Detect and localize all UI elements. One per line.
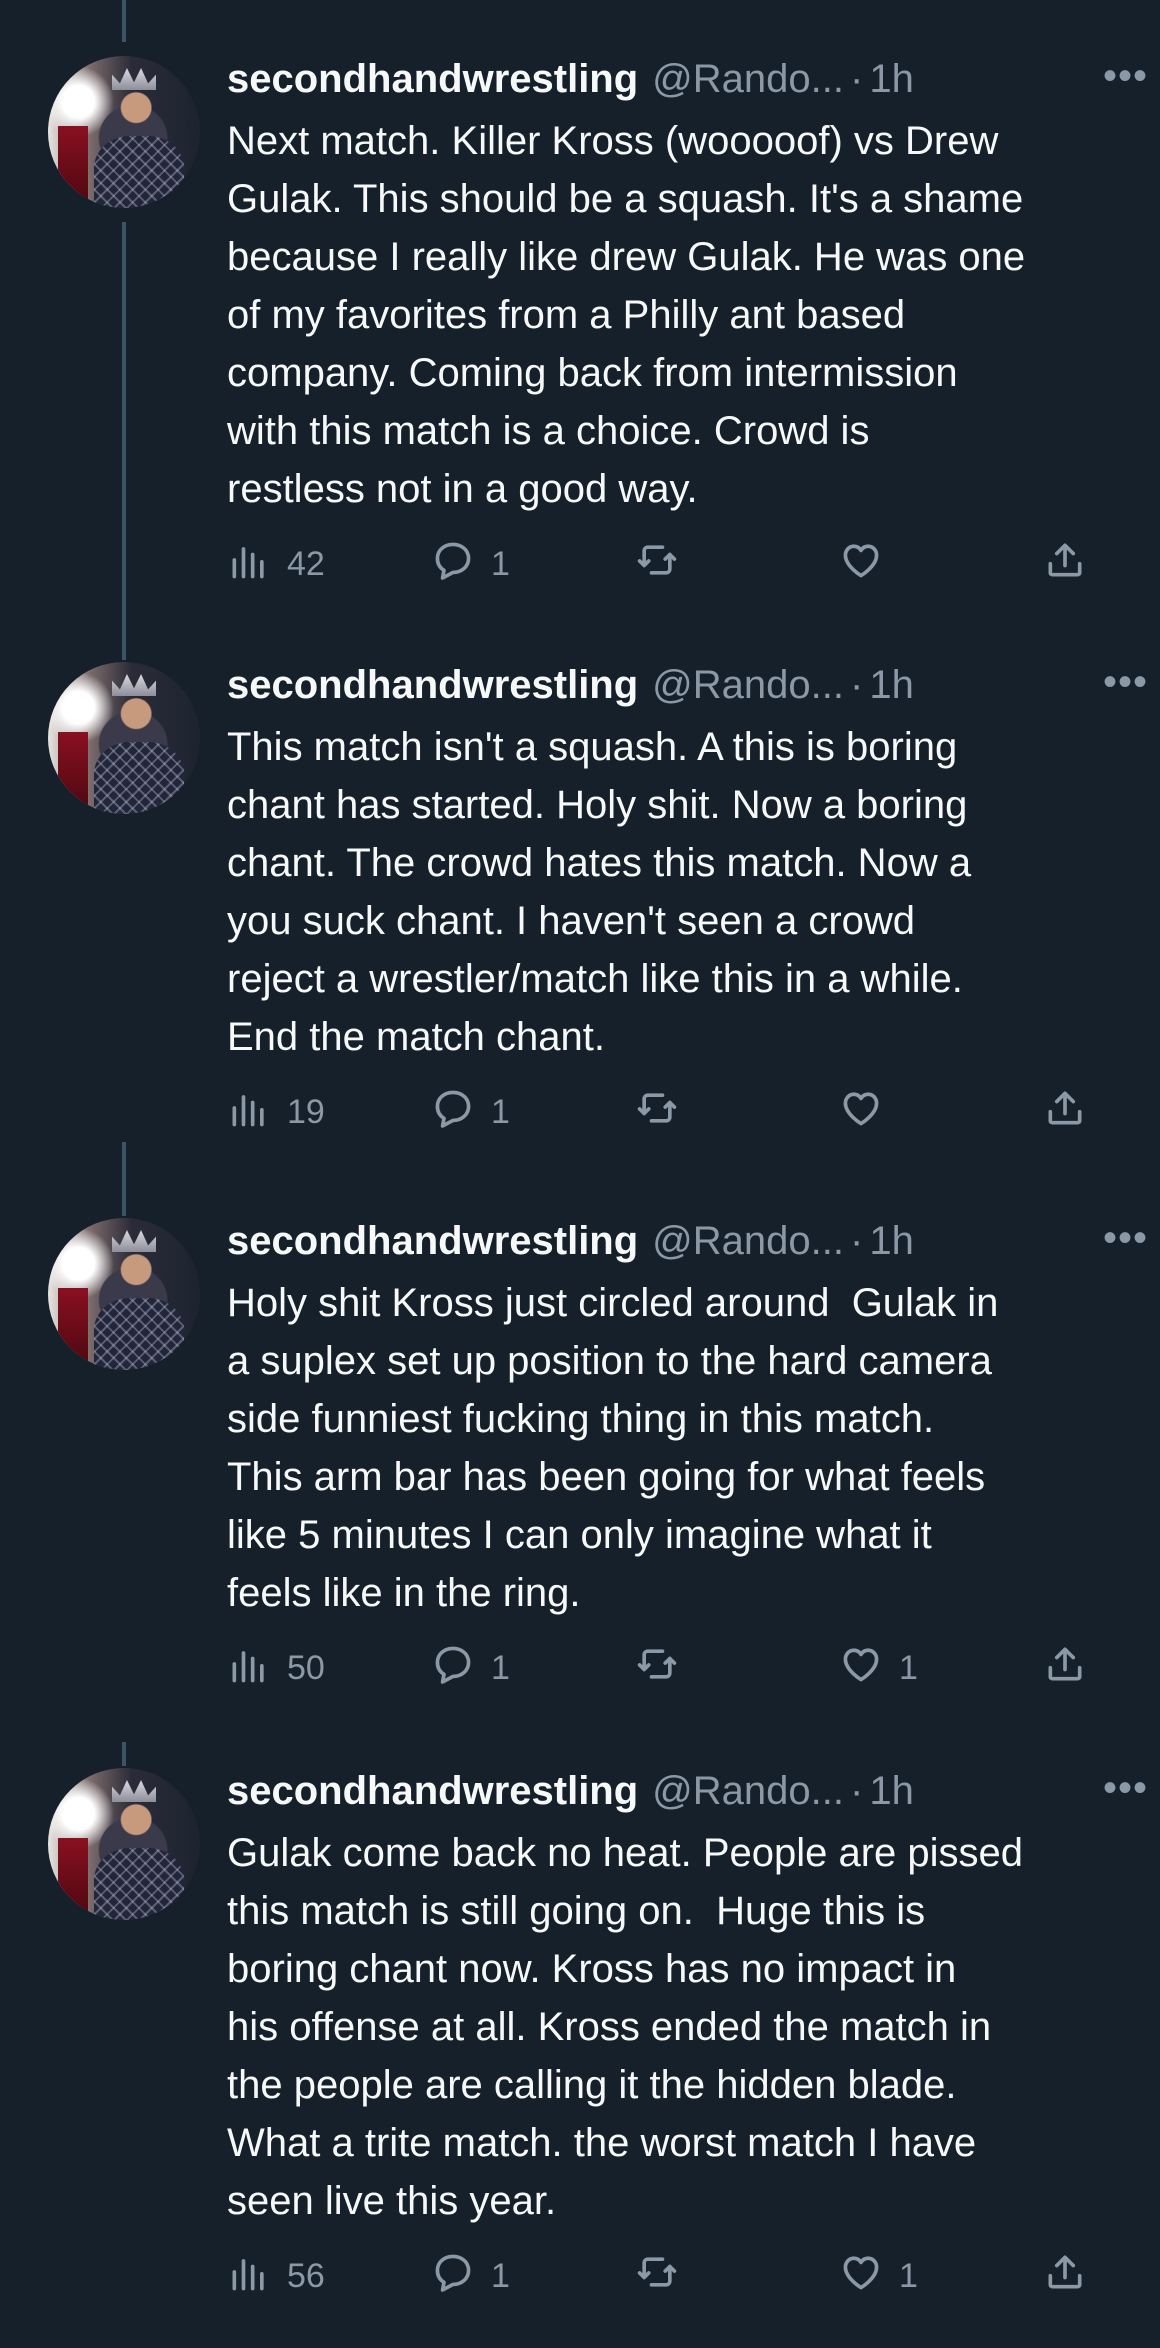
- more-icon[interactable]: •••: [1103, 1218, 1148, 1258]
- share-icon: [1043, 538, 1087, 591]
- heart-icon: [839, 1642, 883, 1695]
- tweet-actions: 50 1 1: [227, 1642, 1132, 1698]
- reply-icon: [431, 2250, 475, 2303]
- separator-dot: ·: [850, 1768, 864, 1813]
- tweet-text: Next match. Killer Kross (wooooof) vs Dr…: [227, 119, 1026, 511]
- like-button[interactable]: [839, 538, 899, 591]
- tweet-text: Holy shit Kross just circled around Gula…: [227, 1281, 999, 1615]
- heart-icon: [839, 2250, 883, 2303]
- display-name[interactable]: secondhandwrestling: [227, 57, 638, 102]
- tweet-content: secondhandwrestling @Rando... · 1h ••• Holy s…: [227, 1218, 1147, 1698]
- like-button[interactable]: 1: [839, 1642, 918, 1695]
- views-count: 19: [287, 1093, 325, 1131]
- thread: secondhandwrestling @Rando... · 1h ••• Next m…: [0, 0, 1160, 2348]
- tweet-header: secondhandwrestling @Rando... · 1h •••: [227, 1218, 1147, 1264]
- views-icon: [227, 1086, 271, 1139]
- timestamp[interactable]: 1h: [869, 57, 914, 102]
- views-button[interactable]: 19: [227, 1086, 325, 1139]
- views-icon: [227, 1642, 271, 1695]
- share-icon: [1043, 1086, 1087, 1139]
- like-button[interactable]: 1: [839, 2250, 918, 2303]
- share-button[interactable]: [1043, 1642, 1087, 1695]
- display-name[interactable]: secondhandwrestling: [227, 1769, 638, 1814]
- timestamp[interactable]: 1h: [869, 1769, 914, 1814]
- tweet-actions: 42 1: [227, 538, 1132, 594]
- tweet-content: secondhandwrestling @Rando... · 1h ••• Next m…: [227, 56, 1147, 594]
- more-icon[interactable]: •••: [1103, 1768, 1148, 1808]
- retweet-icon: [635, 2250, 679, 2303]
- like-count: 1: [899, 1649, 918, 1687]
- retweet-button[interactable]: [635, 538, 679, 591]
- share-icon: [1043, 2250, 1087, 2303]
- separator-dot: ·: [850, 662, 864, 707]
- tweet-header: secondhandwrestling @Rando... · 1h •••: [227, 662, 1147, 708]
- retweet-icon: [635, 538, 679, 591]
- reply-button[interactable]: 1: [431, 2250, 510, 2303]
- views-icon: [227, 2250, 271, 2303]
- avatar[interactable]: [48, 56, 200, 208]
- reply-button[interactable]: 1: [431, 1642, 510, 1695]
- user-handle[interactable]: @Rando...: [652, 1769, 844, 1814]
- reply-icon: [431, 1086, 475, 1139]
- share-icon: [1043, 1642, 1087, 1695]
- views-button[interactable]: 56: [227, 2250, 325, 2303]
- reply-count: 1: [491, 545, 510, 583]
- views-count: 56: [287, 2257, 325, 2295]
- tweet-actions: 56 1 1: [227, 2250, 1132, 2306]
- display-name[interactable]: secondhandwrestling: [227, 663, 638, 708]
- display-name[interactable]: secondhandwrestling: [227, 1219, 638, 1264]
- views-count: 50: [287, 1649, 325, 1687]
- tweet-header: secondhandwrestling @Rando... · 1h •••: [227, 1768, 1147, 1814]
- tweet-actions: 19 1: [227, 1086, 1132, 1142]
- tweet-header: secondhandwrestling @Rando... · 1h •••: [227, 56, 1147, 102]
- timestamp[interactable]: 1h: [869, 1219, 914, 1264]
- tweet-text: Gulak come back no heat. People are piss…: [227, 1831, 1024, 2223]
- user-handle[interactable]: @Rando...: [652, 663, 844, 708]
- reply-icon: [431, 538, 475, 591]
- like-button[interactable]: [839, 1086, 899, 1139]
- reply-count: 1: [491, 1649, 510, 1687]
- tweet-text: This match isn't a squash. A this is bor…: [227, 725, 972, 1059]
- retweet-button[interactable]: [635, 1086, 679, 1139]
- reply-button[interactable]: 1: [431, 538, 510, 591]
- reply-count: 1: [491, 1093, 510, 1131]
- views-button[interactable]: 42: [227, 538, 325, 591]
- thread-connector-line: [122, 1142, 126, 1216]
- thread-connector-line: [122, 222, 126, 660]
- reply-icon: [431, 1642, 475, 1695]
- views-button[interactable]: 50: [227, 1642, 325, 1695]
- thread-connector-line: [122, 0, 126, 42]
- share-button[interactable]: [1043, 2250, 1087, 2303]
- thread-connector-line: [122, 1742, 126, 1766]
- separator-dot: ·: [850, 56, 864, 101]
- like-count: 1: [899, 2257, 918, 2295]
- user-handle[interactable]: @Rando...: [652, 57, 844, 102]
- more-icon[interactable]: •••: [1103, 56, 1148, 96]
- retweet-button[interactable]: [635, 2250, 679, 2303]
- retweet-button[interactable]: [635, 1642, 679, 1695]
- views-count: 42: [287, 545, 325, 583]
- avatar[interactable]: [48, 1768, 200, 1920]
- tweet-content: secondhandwrestling @Rando... · 1h ••• Gulak …: [227, 1768, 1147, 2306]
- avatar[interactable]: [48, 1218, 200, 1370]
- user-handle[interactable]: @Rando...: [652, 1219, 844, 1264]
- heart-icon: [839, 538, 883, 591]
- retweet-icon: [635, 1642, 679, 1695]
- retweet-icon: [635, 1086, 679, 1139]
- timestamp[interactable]: 1h: [869, 663, 914, 708]
- views-icon: [227, 538, 271, 591]
- separator-dot: ·: [850, 1218, 864, 1263]
- heart-icon: [839, 1086, 883, 1139]
- share-button[interactable]: [1043, 538, 1087, 591]
- tweet-content: secondhandwrestling @Rando... · 1h ••• This m…: [227, 662, 1147, 1142]
- share-button[interactable]: [1043, 1086, 1087, 1139]
- more-icon[interactable]: •••: [1103, 662, 1148, 702]
- reply-button[interactable]: 1: [431, 1086, 510, 1139]
- reply-count: 1: [491, 2257, 510, 2295]
- avatar[interactable]: [48, 662, 200, 814]
